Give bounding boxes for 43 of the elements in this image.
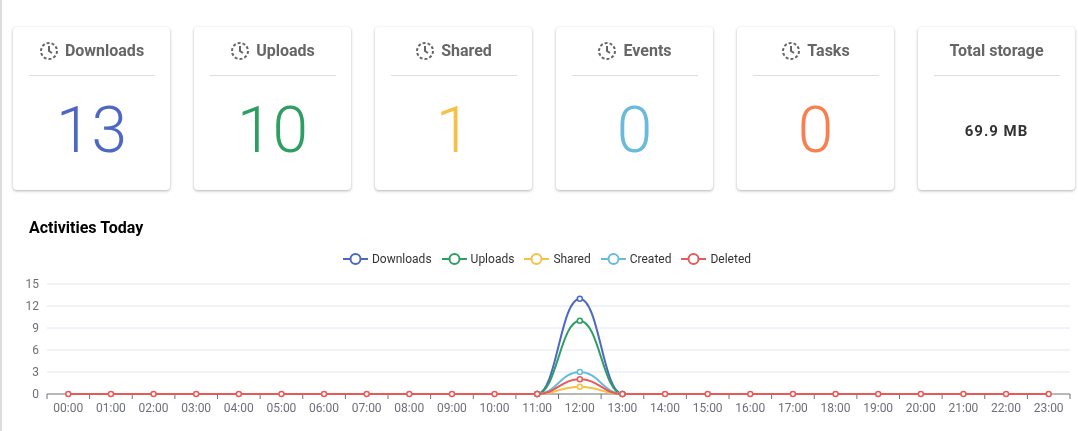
x-axis-label: 07:00 — [351, 401, 382, 415]
x-axis-label: 23:00 — [1033, 401, 1064, 415]
y-axis-label: 0 — [32, 387, 39, 401]
x-axis-label: 10:00 — [479, 401, 510, 415]
x-axis-label: 12:00 — [564, 401, 595, 415]
x-axis-label: 15:00 — [692, 401, 723, 415]
x-axis-label: 03:00 — [181, 401, 212, 415]
x-axis-label: 21:00 — [948, 401, 979, 415]
x-axis-label: 01:00 — [96, 401, 126, 415]
x-axis-label: 13:00 — [607, 401, 638, 415]
x-axis-label: 17:00 — [778, 401, 808, 415]
count-value: 0 — [797, 99, 834, 163]
x-axis-label: 20:00 — [905, 401, 936, 415]
x-axis-label: 02:00 — [138, 401, 169, 415]
y-axis-label: 9 — [32, 321, 39, 335]
count-value: 1 — [435, 99, 472, 163]
count-value: 10 — [237, 99, 308, 163]
x-axis-label: 05:00 — [266, 401, 297, 415]
x-axis-label: 06:00 — [309, 401, 339, 415]
x-axis-label: 11:00 — [522, 401, 553, 415]
x-axis-label: 08:00 — [394, 401, 425, 415]
storage-value: 69.9 MB — [964, 120, 1029, 142]
y-axis-label: 15 — [25, 277, 39, 291]
count-value: 13 — [56, 99, 127, 163]
card-title: Shared — [441, 40, 492, 62]
card-title: Downloads — [64, 40, 145, 62]
card-title: Tasks — [807, 40, 850, 62]
x-axis-label: 22:00 — [991, 401, 1021, 415]
x-axis-label: 14:00 — [650, 401, 680, 415]
y-axis-label: 3 — [32, 365, 39, 379]
card-title: Total storage — [949, 40, 1044, 62]
y-axis-label: 6 — [32, 343, 39, 357]
x-axis-label: 09:00 — [437, 401, 467, 415]
x-axis-label: 00:00 — [53, 401, 84, 415]
count-value: 0 — [616, 99, 653, 163]
y-axis-label: 12 — [25, 299, 39, 313]
x-axis-label: 19:00 — [863, 401, 894, 415]
section-title: Activities Today — [28, 217, 145, 239]
card-title: Events — [623, 40, 672, 62]
x-axis-label: 18:00 — [820, 401, 851, 415]
x-axis-label: 04:00 — [223, 401, 254, 415]
x-axis-label: 16:00 — [735, 401, 766, 415]
card-title: Uploads — [256, 40, 315, 62]
